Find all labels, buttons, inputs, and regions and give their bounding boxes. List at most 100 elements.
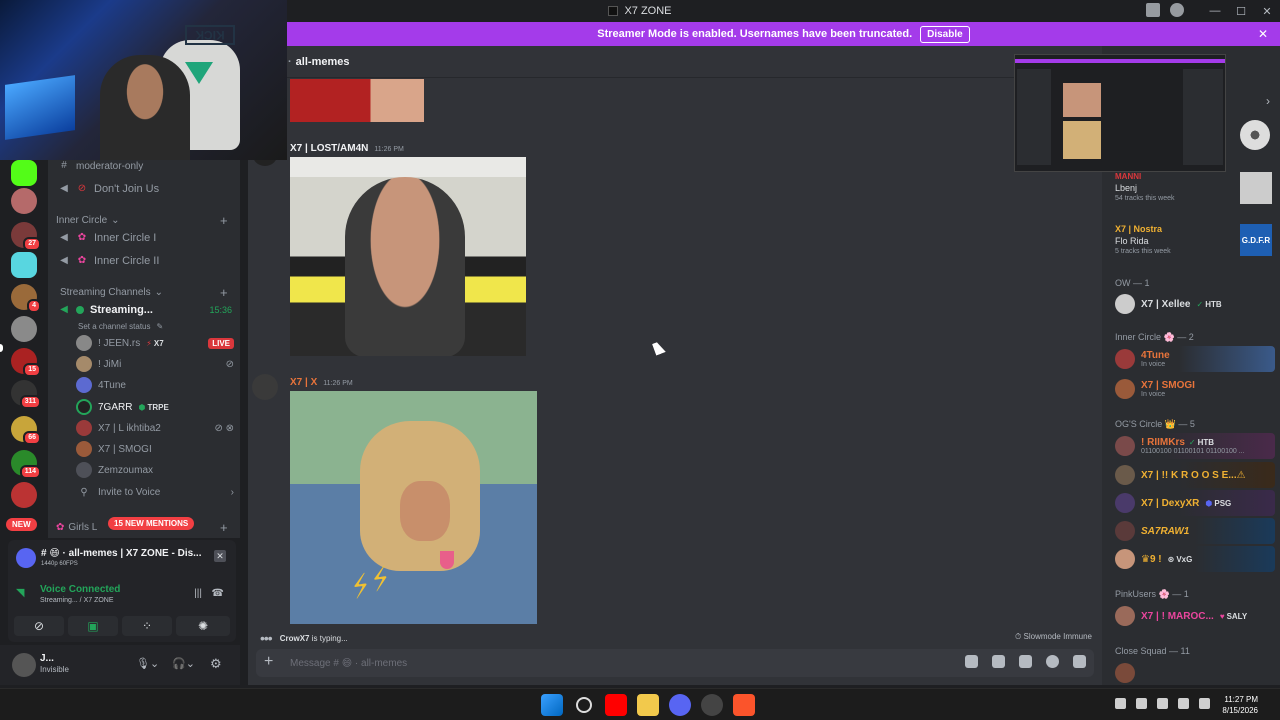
member-row[interactable]: X7 | SMOGI In voice — [1115, 376, 1275, 402]
add-channel-icon[interactable]: + — [220, 285, 228, 300]
start-icon[interactable] — [541, 694, 563, 716]
network-icon[interactable] — [1136, 698, 1147, 709]
chat-area: · all-memes X7 | LOST/AM4N 11:26 PM X7 | … — [248, 46, 1102, 685]
file-explorer-icon[interactable] — [637, 694, 659, 716]
add-attachment-icon[interactable]: + — [264, 653, 273, 671]
minimize-button[interactable]: — — [1202, 5, 1228, 17]
brave-icon[interactable] — [733, 694, 755, 716]
apps-icon[interactable] — [1073, 655, 1086, 668]
message-author[interactable]: X7 | X 11:26 PM — [290, 377, 353, 388]
gift-icon[interactable] — [965, 655, 978, 668]
face-in-photo — [400, 481, 450, 541]
slowmode-indicator: ⏱ Slowmode Immune — [1015, 632, 1092, 641]
server-icon[interactable] — [11, 482, 37, 508]
invite-to-voice[interactable]: ⚲ Invite to Voice › — [76, 482, 234, 502]
server-logo-icon — [608, 6, 619, 16]
preview-members — [1183, 69, 1223, 165]
avatar[interactable] — [252, 374, 278, 400]
server-icon[interactable] — [11, 316, 37, 342]
live-badge: LIVE — [208, 337, 234, 349]
add-channel-icon[interactable]: + — [220, 213, 228, 228]
member-row[interactable]: ! RIIMKrs ✓ HTB 01100100 01100101 01100100 … — [1115, 433, 1275, 459]
channel-inner-circle-2[interactable]: ◀ ✿ Inner Circle II — [58, 251, 232, 271]
category-girls[interactable]: ✿ Girls L + — [56, 519, 228, 535]
member-row[interactable]: ♛9 ! ⊛ VxG — [1115, 546, 1275, 572]
volume-icon[interactable] — [1199, 698, 1210, 709]
member-row[interactable] — [1115, 660, 1275, 685]
gif-icon[interactable] — [992, 655, 1005, 668]
disconnect-icon[interactable]: ☎ — [212, 588, 224, 599]
close-window-button[interactable]: ✕ — [1254, 5, 1280, 18]
member-row[interactable]: 4Tune In voice — [1115, 346, 1275, 372]
camera-off-button[interactable]: ⊘ — [14, 616, 64, 636]
server-icon[interactable]: 27 — [11, 222, 41, 251]
voice-channel[interactable]: Streaming... / X7 ZONE — [40, 597, 114, 604]
search-icon[interactable] — [576, 697, 592, 713]
soundboard-button[interactable]: ✺ — [176, 616, 230, 636]
server-kick-icon[interactable] — [11, 160, 37, 186]
member-row[interactable]: X7 | Xellee ✓ HTB — [1115, 291, 1275, 317]
microphone-icon[interactable]: 🎙⌄ — [136, 657, 159, 670]
disable-streamer-mode-button[interactable]: Disable — [920, 25, 970, 43]
clock[interactable]: 11:27 PM 8/15/2026 — [1222, 694, 1258, 716]
voice-user[interactable]: 4Tune — [76, 375, 234, 395]
discord-icon[interactable] — [669, 694, 691, 716]
new-mentions-pill[interactable]: 15 NEW MENTIONS — [108, 517, 195, 530]
previous-image[interactable] — [290, 79, 424, 122]
close-banner-button[interactable]: ✕ — [1258, 27, 1268, 41]
category-streaming-channels[interactable]: Streaming Channels ⌄ + — [56, 284, 228, 300]
avatar — [76, 399, 92, 415]
member-row[interactable]: SA7RAW1 — [1115, 518, 1275, 544]
server-icon[interactable] — [11, 252, 37, 278]
server-icon[interactable]: 4 — [11, 284, 41, 313]
member-row[interactable]: X7 | ! MAROC... ♥ SALY — [1115, 603, 1275, 629]
activities-button[interactable]: ⁘ — [122, 616, 172, 636]
headphones-icon[interactable]: 🎧⌄ — [172, 657, 195, 670]
youtube-icon[interactable] — [605, 694, 627, 716]
chevron-right-icon[interactable]: › — [1266, 94, 1270, 108]
voice-user[interactable]: Zemzoumax — [76, 460, 234, 480]
avatar — [1115, 379, 1135, 399]
sticker-icon[interactable] — [1019, 655, 1032, 668]
noise-suppression-icon[interactable]: ||| — [194, 588, 202, 599]
chair-logo-icon — [185, 62, 213, 84]
voice-user[interactable]: 7GARR ⬢ TRPE — [76, 397, 234, 417]
server-icon[interactable]: 66 — [11, 416, 41, 445]
album-art: G.D.F.R — [1240, 224, 1272, 256]
message-author[interactable]: X7 | LOST/AM4N 11:26 PM — [290, 143, 404, 154]
member-row[interactable]: X7 | !! K R O O S E...⚠ — [1115, 462, 1275, 488]
chevron-up-icon[interactable] — [1115, 698, 1126, 709]
app-icon[interactable] — [701, 694, 723, 716]
channel-moderator-only[interactable]: # moderator-only — [58, 160, 232, 176]
screen-share-button[interactable]: ▣ — [68, 616, 118, 636]
display-icon[interactable] — [1178, 698, 1189, 709]
channel-title: all-memes — [295, 55, 350, 68]
voice-user[interactable]: X7 | SMOGI — [76, 439, 234, 459]
stop-stream-icon[interactable]: ✕ — [214, 550, 226, 562]
inbox-icon[interactable] — [1146, 3, 1160, 17]
voice-user[interactable]: ! JEEN.rs ⚡ X7 LIVE — [76, 333, 234, 353]
add-channel-icon[interactable]: + — [220, 520, 228, 535]
help-icon[interactable] — [1170, 3, 1184, 17]
channel-dont-join-us[interactable]: ◀ ⊘ Don't Join Us — [58, 179, 232, 199]
channel-inner-circle-1[interactable]: ◀ ✿ Inner Circle I — [58, 228, 232, 248]
emoji-icon[interactable] — [1046, 655, 1059, 668]
new-servers-pill[interactable]: NEW — [6, 518, 37, 531]
stream-preview-overlay[interactable] — [1014, 54, 1226, 172]
member-sub: In voice — [1141, 391, 1166, 398]
microphone-icon[interactable] — [1157, 698, 1168, 709]
server-icon[interactable]: 311 — [11, 380, 41, 409]
server-icon[interactable] — [11, 188, 37, 214]
server-icon[interactable]: 114 — [11, 450, 41, 479]
category-inner-circle[interactable]: Inner Circle ⌄ + — [56, 212, 228, 228]
avatar[interactable] — [12, 653, 36, 677]
maximize-button[interactable]: ☐ — [1228, 5, 1254, 18]
settings-gear-icon[interactable]: ⚙ — [210, 656, 222, 672]
server-icon[interactable]: 15 — [11, 348, 41, 377]
voice-user[interactable]: ! JiMi ⊘ — [76, 354, 234, 374]
member-row[interactable]: X7 | DexyXR ⬢ PSG — [1115, 490, 1275, 516]
voice-user[interactable]: X7 | L ikhtiba2 ⊘ ⊗ — [76, 418, 234, 438]
message-image[interactable]: ⚡⚡ — [290, 391, 537, 624]
message-image[interactable] — [290, 157, 526, 356]
message-composer[interactable]: + Message # 😄 · all-memes — [256, 649, 1094, 677]
